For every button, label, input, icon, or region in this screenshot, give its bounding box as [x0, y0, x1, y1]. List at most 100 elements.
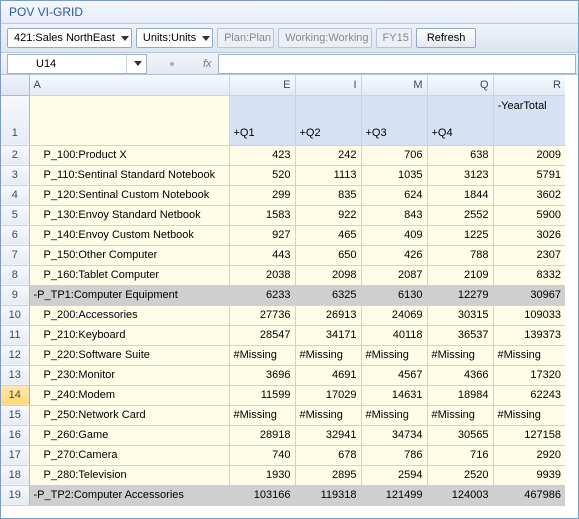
- member-cell[interactable]: P_200:Accessories: [29, 305, 229, 325]
- data-cell[interactable]: 4567: [361, 365, 427, 385]
- data-cell[interactable]: 36537: [427, 325, 493, 345]
- row-header[interactable]: 1: [1, 95, 29, 145]
- row-header[interactable]: 17: [1, 445, 29, 465]
- member-cell[interactable]: P_140:Envoy Custom Netbook: [29, 225, 229, 245]
- data-cell[interactable]: #Missing: [493, 345, 565, 365]
- data-cell[interactable]: 30565: [427, 425, 493, 445]
- member-cell[interactable]: P_240:Modem: [29, 385, 229, 405]
- data-cell[interactable]: 706: [361, 145, 427, 165]
- data-cell[interactable]: 4366: [427, 365, 493, 385]
- spreadsheet-grid[interactable]: AEIMQR1+Q1+Q2+Q3+Q4-YearTotal2P_100:Prod…: [1, 75, 578, 518]
- data-cell[interactable]: 426: [361, 245, 427, 265]
- select-all-corner[interactable]: [1, 75, 29, 95]
- data-cell[interactable]: 109033: [493, 305, 565, 325]
- dimension-header-M[interactable]: +Q3: [361, 95, 427, 145]
- row-header[interactable]: 9: [1, 285, 29, 305]
- data-cell[interactable]: 1113: [295, 165, 361, 185]
- data-cell[interactable]: 409: [361, 225, 427, 245]
- data-cell[interactable]: 40118: [361, 325, 427, 345]
- data-cell[interactable]: 299: [229, 185, 295, 205]
- member-cell[interactable]: P_260:Game: [29, 425, 229, 445]
- data-cell[interactable]: 2895: [295, 465, 361, 485]
- data-cell[interactable]: 242: [295, 145, 361, 165]
- data-cell[interactable]: 6130: [361, 285, 427, 305]
- column-header-M[interactable]: M: [361, 75, 427, 95]
- data-cell[interactable]: 121499: [361, 485, 427, 505]
- row-header[interactable]: 7: [1, 245, 29, 265]
- data-cell[interactable]: 8332: [493, 265, 565, 285]
- data-cell[interactable]: 12279: [427, 285, 493, 305]
- data-cell[interactable]: 26913: [295, 305, 361, 325]
- fx-icon[interactable]: fx: [197, 58, 218, 70]
- data-cell[interactable]: 139373: [493, 325, 565, 345]
- data-cell[interactable]: 786: [361, 445, 427, 465]
- member-cell[interactable]: P_100:Product X: [29, 145, 229, 165]
- data-cell[interactable]: 650: [295, 245, 361, 265]
- row-header[interactable]: 13: [1, 365, 29, 385]
- data-cell[interactable]: 2520: [427, 465, 493, 485]
- row-header[interactable]: 2: [1, 145, 29, 165]
- row-header[interactable]: 16: [1, 425, 29, 445]
- row-header[interactable]: 12: [1, 345, 29, 365]
- row-header[interactable]: 8: [1, 265, 29, 285]
- data-cell[interactable]: 127158: [493, 425, 565, 445]
- data-cell[interactable]: 3026: [493, 225, 565, 245]
- member-cell[interactable]: P_230:Monitor: [29, 365, 229, 385]
- data-cell[interactable]: 2098: [295, 265, 361, 285]
- member-cell[interactable]: P_220:Software Suite: [29, 345, 229, 365]
- data-cell[interactable]: 5900: [493, 205, 565, 225]
- column-header-Q[interactable]: Q: [427, 75, 493, 95]
- data-cell[interactable]: 14631: [361, 385, 427, 405]
- data-cell[interactable]: 2307: [493, 245, 565, 265]
- data-cell[interactable]: 2009: [493, 145, 565, 165]
- data-cell[interactable]: 2920: [493, 445, 565, 465]
- data-cell[interactable]: 62243: [493, 385, 565, 405]
- member-cell[interactable]: -P_TP1:Computer Equipment: [29, 285, 229, 305]
- data-cell[interactable]: 32941: [295, 425, 361, 445]
- row-header[interactable]: 18: [1, 465, 29, 485]
- data-cell[interactable]: 124003: [427, 485, 493, 505]
- member-cell[interactable]: P_130:Envoy Standard Netbook: [29, 205, 229, 225]
- row-header[interactable]: 19: [1, 485, 29, 505]
- data-cell[interactable]: 922: [295, 205, 361, 225]
- pov-entity-dropdown[interactable]: 421:Sales NorthEast: [7, 28, 132, 48]
- row-header[interactable]: 6: [1, 225, 29, 245]
- data-cell[interactable]: 638: [427, 145, 493, 165]
- refresh-button[interactable]: Refresh: [416, 28, 477, 48]
- data-cell[interactable]: 30315: [427, 305, 493, 325]
- data-cell[interactable]: 28547: [229, 325, 295, 345]
- data-cell[interactable]: #Missing: [295, 345, 361, 365]
- data-cell[interactable]: 18984: [427, 385, 493, 405]
- data-cell[interactable]: 11599: [229, 385, 295, 405]
- data-cell[interactable]: #Missing: [427, 345, 493, 365]
- member-cell[interactable]: P_160:Tablet Computer: [29, 265, 229, 285]
- data-cell[interactable]: 835: [295, 185, 361, 205]
- data-cell[interactable]: #Missing: [295, 405, 361, 425]
- column-header-R[interactable]: R: [493, 75, 565, 95]
- data-cell[interactable]: 3696: [229, 365, 295, 385]
- data-cell[interactable]: 467986: [493, 485, 565, 505]
- data-cell[interactable]: 1225: [427, 225, 493, 245]
- data-cell[interactable]: 624: [361, 185, 427, 205]
- member-cell[interactable]: -P_TP2:Computer Accessories: [29, 485, 229, 505]
- data-cell[interactable]: 103166: [229, 485, 295, 505]
- row-header[interactable]: 3: [1, 165, 29, 185]
- data-cell[interactable]: #Missing: [427, 405, 493, 425]
- dimension-header-R[interactable]: -YearTotal: [493, 95, 565, 145]
- member-cell[interactable]: P_210:Keyboard: [29, 325, 229, 345]
- data-cell[interactable]: 2038: [229, 265, 295, 285]
- row-header[interactable]: 11: [1, 325, 29, 345]
- member-cell[interactable]: P_150:Other Computer: [29, 245, 229, 265]
- dimension-header-E[interactable]: +Q1: [229, 95, 295, 145]
- row-header[interactable]: 5: [1, 205, 29, 225]
- data-cell[interactable]: 4691: [295, 365, 361, 385]
- data-cell[interactable]: 1844: [427, 185, 493, 205]
- column-header-E[interactable]: E: [229, 75, 295, 95]
- dimension-header-Q[interactable]: +Q4: [427, 95, 493, 145]
- data-cell[interactable]: 5791: [493, 165, 565, 185]
- data-cell[interactable]: 3602: [493, 185, 565, 205]
- data-cell[interactable]: 2087: [361, 265, 427, 285]
- data-cell[interactable]: 1035: [361, 165, 427, 185]
- dimension-header-I[interactable]: +Q2: [295, 95, 361, 145]
- data-cell[interactable]: 1930: [229, 465, 295, 485]
